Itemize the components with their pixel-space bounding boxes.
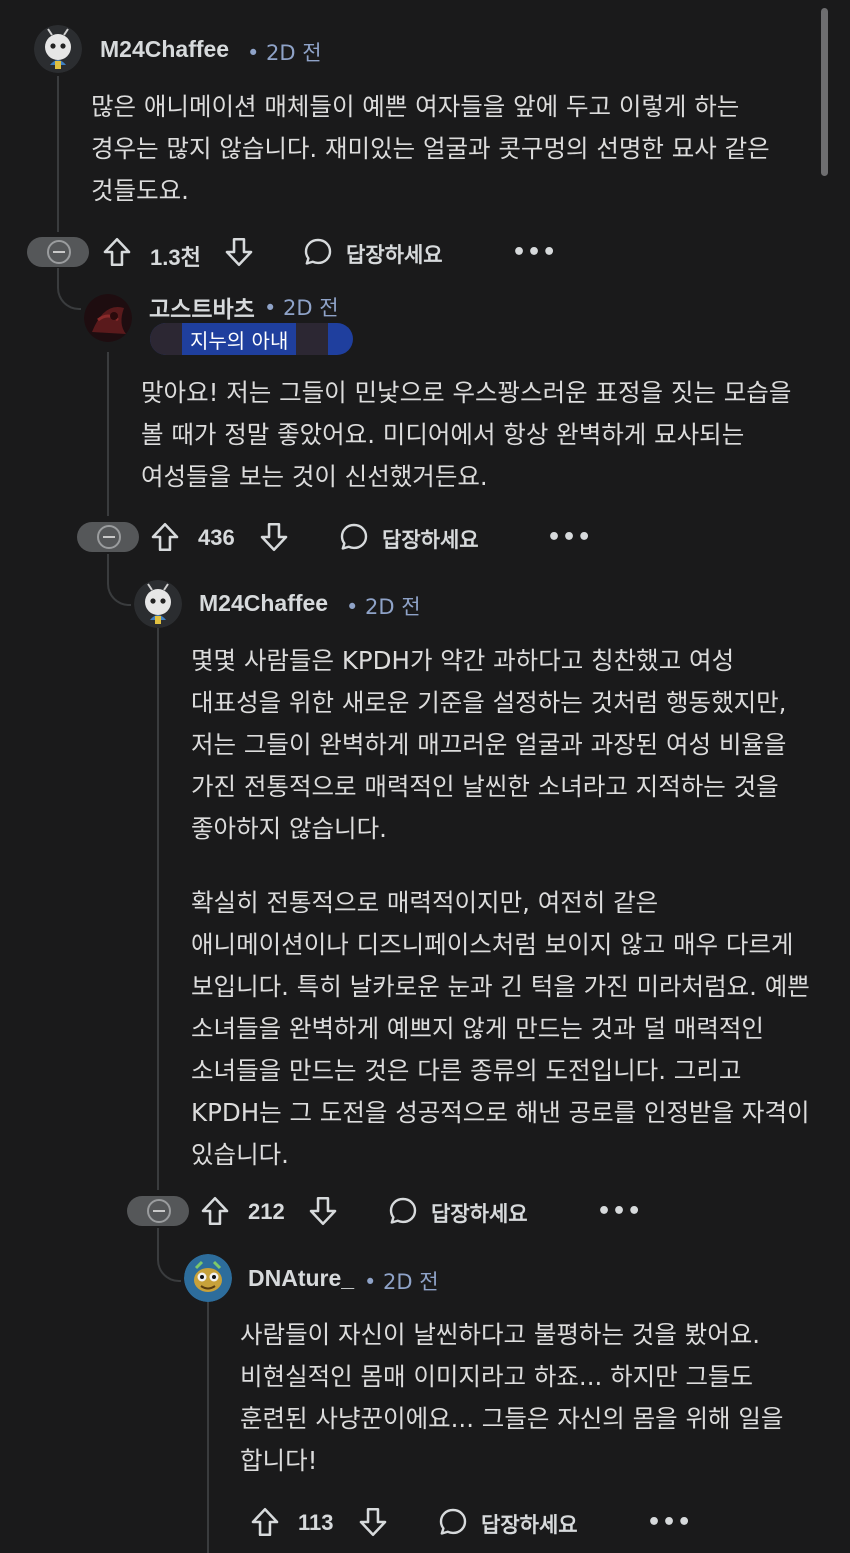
collapse-thread-button[interactable] <box>27 237 89 267</box>
comment-timestamp: • 2D 전 <box>247 41 322 65</box>
comment-body: 사람들이 자신이 날씬하다고 불평하는 것을 봤어요. 비현실적인 몸매 이미지… <box>240 1314 812 1482</box>
reply-icon[interactable] <box>338 521 370 553</box>
vote-count: 212 <box>248 1199 285 1224</box>
flair-emoji-left <box>150 323 182 355</box>
thread-line-4[interactable] <box>207 1302 209 1553</box>
comment-paragraph: 몇몇 사람들은 KPDH가 약간 과하다고 칭찬했고 여성 대표성을 위한 새로… <box>191 646 787 843</box>
vote-count: 1.3천 <box>150 245 201 270</box>
thread-line-1-branch <box>57 268 81 310</box>
vote-count: 436 <box>198 525 235 550</box>
avatar[interactable] <box>84 294 132 342</box>
upvote-icon[interactable] <box>198 1194 232 1228</box>
downvote-icon[interactable] <box>356 1505 390 1539</box>
avatar[interactable] <box>134 580 182 628</box>
downvote-icon[interactable] <box>222 235 256 269</box>
thread-line-2-branch <box>107 554 131 606</box>
comment-author[interactable]: M24Chaffee <box>199 590 328 617</box>
flair-text: 지누의 아내 <box>190 328 289 353</box>
upvote-icon[interactable] <box>248 1505 282 1539</box>
collapse-thread-button[interactable] <box>127 1196 189 1226</box>
downvote-icon[interactable] <box>306 1194 340 1228</box>
comment-timestamp: • 2D 전 <box>264 296 339 320</box>
scrollbar[interactable] <box>821 8 828 176</box>
reply-button[interactable]: 답장하세요 <box>431 1198 528 1228</box>
comment-author[interactable]: M24Chaffee <box>100 36 229 63</box>
more-options-icon[interactable]: ••• <box>647 1510 692 1535</box>
more-options-icon[interactable]: ••• <box>597 1199 642 1224</box>
user-flair: 지누의 아내 <box>150 323 353 355</box>
comment-timestamp: • 2D 전 <box>346 595 421 619</box>
comment-paragraph: 맞아요! 저는 그들이 민낯으로 우스꽝스러운 표정을 짓는 모습을 볼 때가 … <box>141 378 792 491</box>
reply-icon[interactable] <box>437 1506 469 1538</box>
reply-icon[interactable] <box>387 1195 419 1227</box>
comment-timestamp: • 2D 전 <box>364 1270 439 1294</box>
reply-button[interactable]: 답장하세요 <box>346 239 443 269</box>
thread-line-1[interactable] <box>57 76 59 232</box>
thread-line-3[interactable] <box>157 628 159 1190</box>
comment-paragraph: 확실히 전통적으로 매력적이지만, 여전히 같은 애니메이션이나 디즈니페이스처… <box>191 888 810 1169</box>
reply-button[interactable]: 답장하세요 <box>382 524 479 554</box>
comment-body: 맞아요! 저는 그들이 민낯으로 우스꽝스러운 표정을 짓는 모습을 볼 때가 … <box>141 372 811 498</box>
flair-emoji-right <box>296 323 329 355</box>
vote-count: 113 <box>298 1510 334 1535</box>
downvote-icon[interactable] <box>257 520 291 554</box>
collapse-thread-button[interactable] <box>77 522 139 552</box>
avatar[interactable] <box>184 1254 232 1302</box>
thread-line-2[interactable] <box>107 352 109 516</box>
more-options-icon[interactable]: ••• <box>512 240 557 265</box>
thread-line-3-branch <box>157 1228 181 1282</box>
upvote-icon[interactable] <box>148 520 182 554</box>
avatar[interactable] <box>34 25 82 73</box>
comment-paragraph: 많은 애니메이션 매체들이 예쁜 여자들을 앞에 두고 이렇게 하는 경우는 많… <box>91 92 770 205</box>
reply-icon[interactable] <box>302 236 334 268</box>
comment-paragraph: 사람들이 자신이 날씬하다고 불평하는 것을 봤어요. 비현실적인 몸매 이미지… <box>240 1320 784 1475</box>
upvote-icon[interactable] <box>100 235 134 269</box>
comment-author[interactable]: 고스트바츠 <box>149 290 255 324</box>
comment-author[interactable]: DNAture_ <box>248 1265 354 1292</box>
comment-body: 많은 애니메이션 매체들이 예쁜 여자들을 앞에 두고 이렇게 하는 경우는 많… <box>91 86 811 212</box>
reply-button[interactable]: 답장하세요 <box>481 1509 578 1539</box>
more-options-icon[interactable]: ••• <box>547 525 592 550</box>
comment-body: 몇몇 사람들은 KPDH가 약간 과하다고 칭찬했고 여성 대표성을 위한 새로… <box>191 640 813 1176</box>
